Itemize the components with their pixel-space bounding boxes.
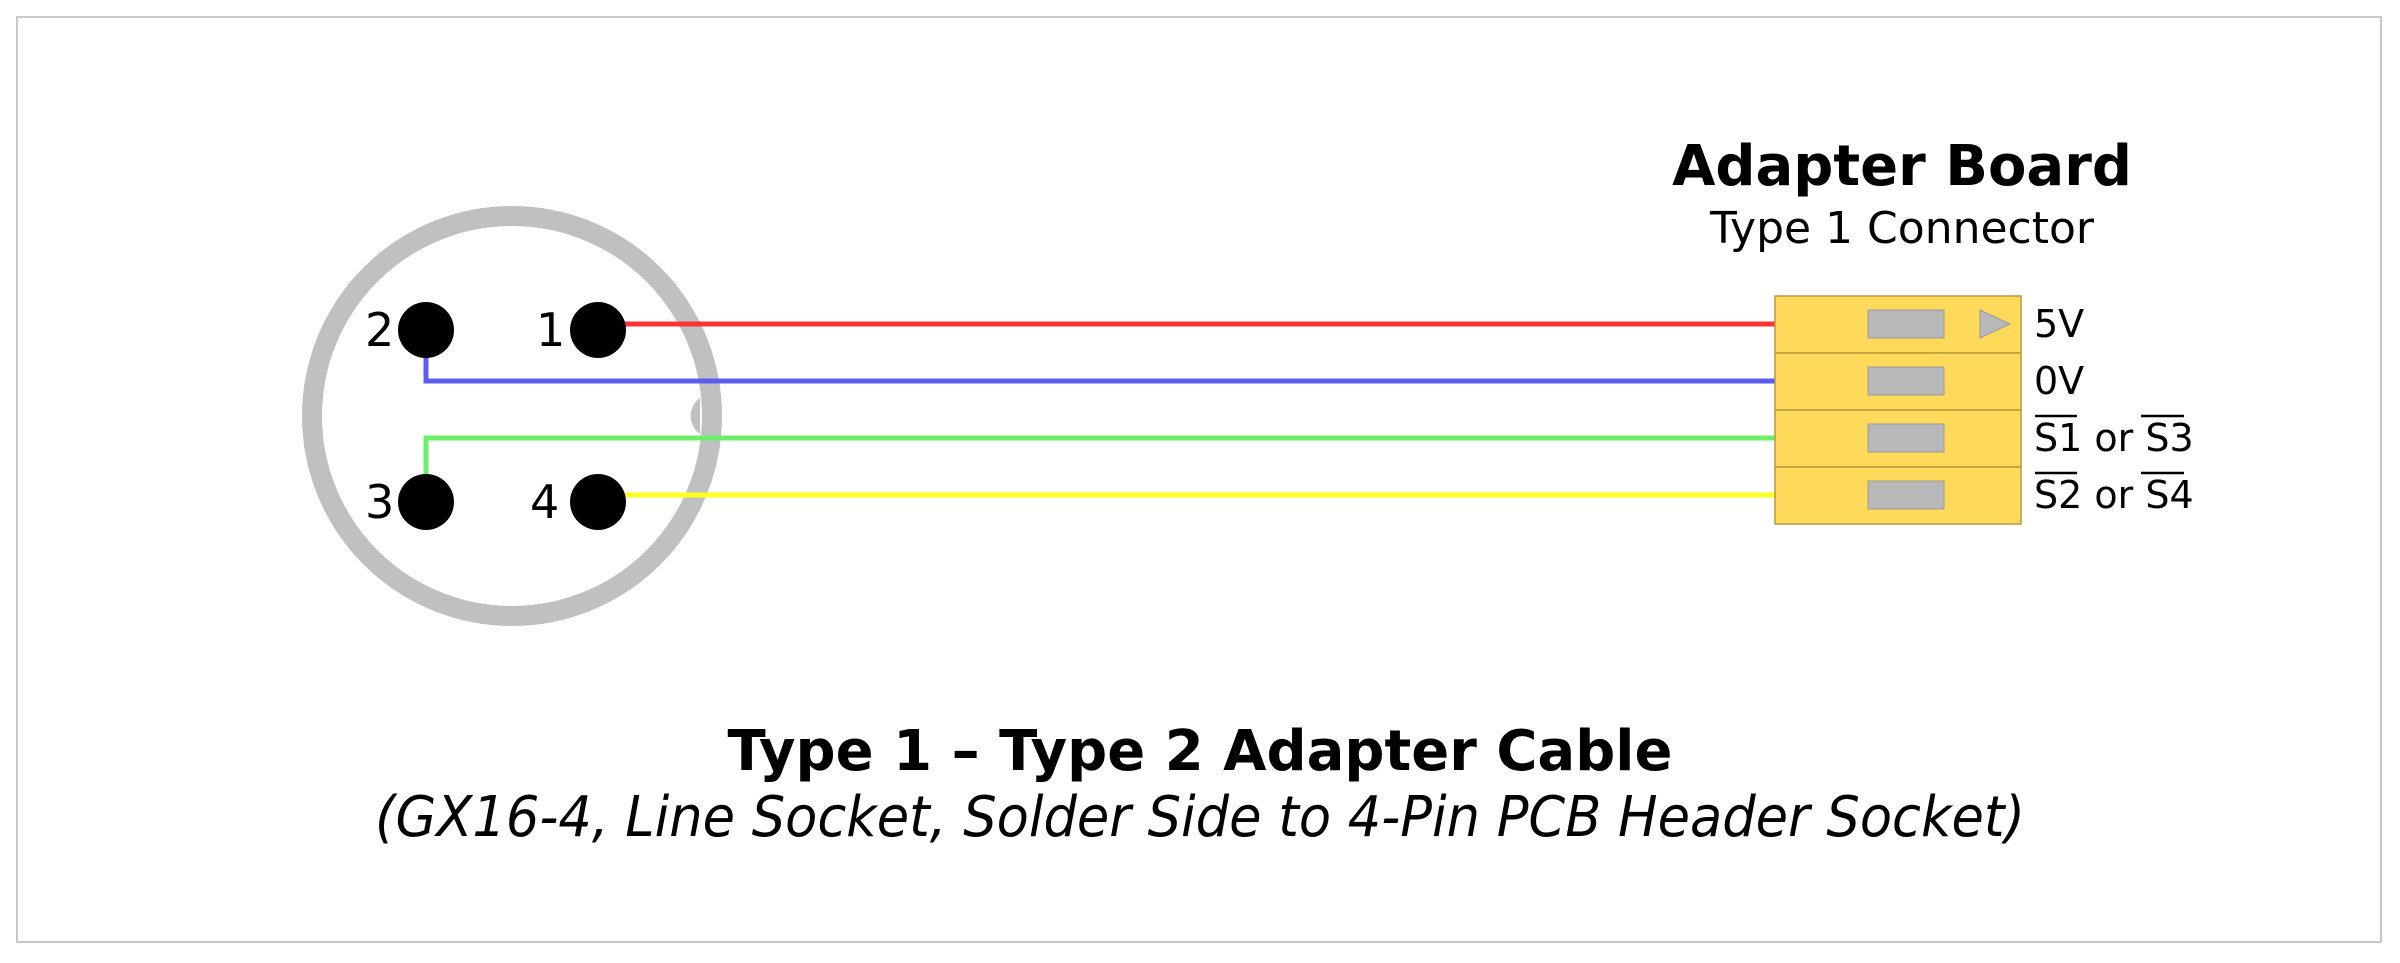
signal-label-0v: 0V xyxy=(2034,359,2084,403)
signal-s1-overline: S1 xyxy=(2034,416,2082,460)
signal-s2-s4-or: or xyxy=(2082,473,2145,517)
pin-4-label: 4 xyxy=(530,475,559,529)
signal-s4-overline: S4 xyxy=(2145,473,2193,517)
header-contact-1 xyxy=(1867,309,1945,339)
header-contact-4 xyxy=(1867,480,1945,510)
signal-label-0v-text: 0V xyxy=(2034,359,2084,403)
signal-s3-overline: S3 xyxy=(2145,416,2193,460)
caption-title: Type 1 – Type 2 Adapter Cable xyxy=(728,719,1673,784)
header-contact-3 xyxy=(1867,423,1945,453)
signal-label-5v-text: 5V xyxy=(2034,302,2084,346)
caption: Type 1 – Type 2 Adapter Cable (GX16-4, L… xyxy=(375,719,2025,850)
pin-4-dot xyxy=(570,474,626,530)
adapter-board-subtitle: Type 1 Connector xyxy=(1709,203,2095,254)
gx16-connector xyxy=(302,206,722,626)
pin-2-label: 2 xyxy=(365,303,394,357)
connector-ring xyxy=(302,206,722,626)
pin-1-dot xyxy=(570,302,626,358)
pin-1-label: 1 xyxy=(536,303,565,357)
signal-s2-overline: S2 xyxy=(2034,473,2082,517)
signal-label-5v: 5V xyxy=(2034,302,2084,346)
adapter-board: Adapter Board Type 1 Connector 5V 0V S1 … xyxy=(1672,134,2194,525)
signal-label-s2-s4: S2 or S4 xyxy=(2034,473,2194,517)
header-contact-2 xyxy=(1867,366,1945,396)
signal-label-s1-s3: S1 or S3 xyxy=(2034,416,2194,460)
caption-subtitle: (GX16-4, Line Socket, Solder Side to 4-P… xyxy=(375,785,2025,850)
adapter-board-title: Adapter Board xyxy=(1672,134,2132,199)
header-socket xyxy=(1774,295,2022,525)
pin-3-dot xyxy=(398,474,454,530)
wiring-diagram: 2 1 3 4 Adapter Board Type 1 Connector 5… xyxy=(302,134,2194,850)
pin-2-dot xyxy=(398,302,454,358)
pin-3-label: 3 xyxy=(365,475,394,529)
signal-s1-s3-or: or xyxy=(2082,416,2145,460)
signal-labels: 5V 0V S1 or S3 S2 or S4 xyxy=(2034,302,2194,517)
